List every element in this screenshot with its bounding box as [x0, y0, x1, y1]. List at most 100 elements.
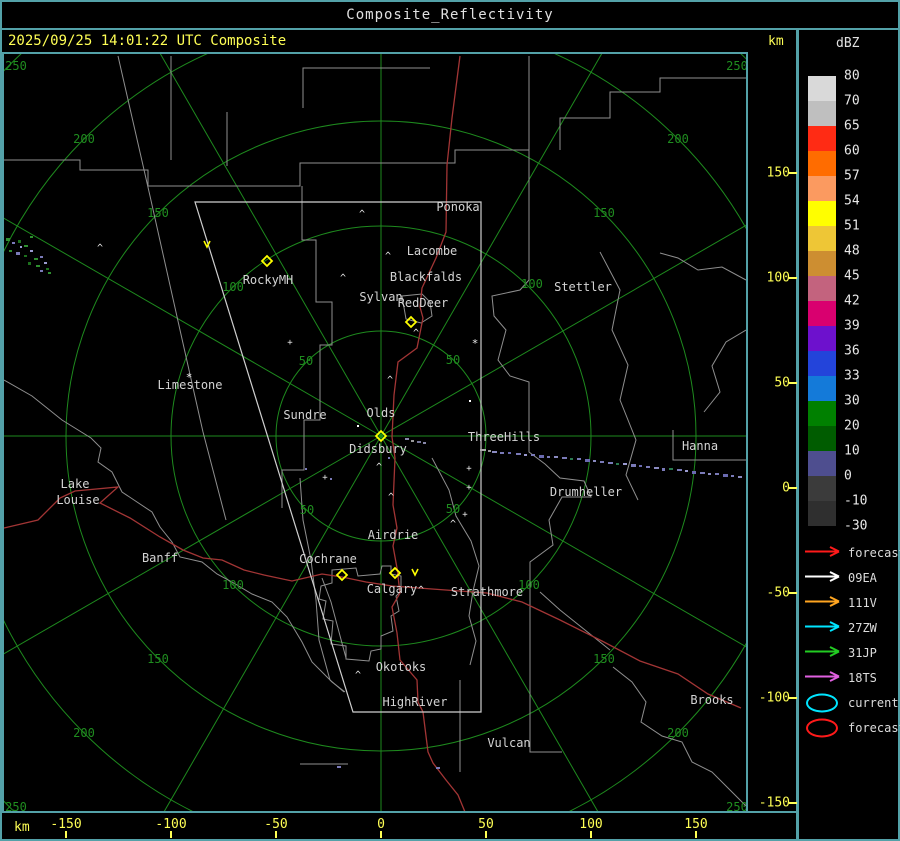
legend-arrow-label: 27ZW: [848, 621, 877, 635]
ring-distance-label: 100: [521, 277, 543, 291]
clutter-pixel: [30, 250, 33, 252]
clutter-pixel: [48, 272, 51, 274]
09ea-arrow-icon: [805, 571, 840, 582]
city-label: Okotoks: [376, 660, 427, 674]
bottom-axis-tick-mark: [590, 831, 592, 838]
clutter-pixel: [24, 245, 28, 247]
radial-line: [163, 435, 382, 811]
city-label: Didsbury: [349, 442, 407, 456]
caret-marker-icon: ^: [340, 273, 346, 284]
bottom-axis-tick-mark: [275, 831, 277, 838]
colorbar-level-label: 57: [844, 168, 860, 184]
colorbar-level: [808, 101, 836, 126]
colorbar-level: [808, 126, 836, 151]
ring-distance-label: 50: [446, 353, 460, 367]
bottom-axis-tick-label: -100: [155, 817, 187, 832]
clutter-pixel: [330, 478, 332, 480]
clutter-pixel: [28, 262, 31, 265]
colorbar-level-label: 33: [844, 368, 860, 384]
city-label: Louise: [56, 493, 99, 507]
right-axis-tick-label: -50: [766, 585, 790, 601]
legend-arrow: [803, 619, 845, 638]
colorbar-level: [808, 251, 836, 276]
clutter-pixel: [337, 766, 341, 768]
right-axis-tick-mark: [789, 697, 797, 699]
timestamp-label: 2025/09/25 14:01:22 UTC Composite: [8, 33, 287, 49]
boundary-line: [659, 252, 746, 281]
echo-pixel: [654, 467, 659, 469]
right-axis-tick-mark: [789, 382, 797, 384]
right-axis-tick-label: 50: [774, 375, 790, 391]
echo-pixel: [516, 453, 521, 455]
caret-marker-icon: ^: [97, 243, 103, 254]
clutter-pixel: [417, 441, 421, 443]
city-label: Stettler: [554, 280, 612, 294]
echo-pixel: [723, 474, 728, 477]
colorbar-level-label: 36: [844, 343, 860, 359]
ring-distance-label: 250: [726, 59, 746, 73]
city-label: Blackfalds: [390, 270, 462, 284]
legend-ellipse-label: forecast: [848, 721, 900, 735]
colorbar-level-label: 65: [844, 118, 860, 134]
ring-distance-label: 100: [222, 280, 244, 294]
echo-pixel: [731, 475, 734, 477]
ring-distance-label: 200: [73, 132, 95, 146]
legend-arrow-label: 09EA: [848, 571, 877, 585]
echo-pixel: [669, 468, 673, 470]
clutter-pixel: [423, 442, 426, 444]
city-label: Strathmore: [451, 585, 523, 599]
caret-marker-icon: ^: [355, 670, 361, 681]
echo-pixel: [570, 458, 573, 460]
echo-pixel: [539, 455, 544, 458]
city-label: Vulcan: [487, 736, 530, 750]
ring-distance-label: 250: [5, 59, 27, 73]
ring-distance-label: 150: [593, 652, 615, 666]
ring-distance-label: 50: [299, 354, 313, 368]
caret-marker-icon: ^: [359, 209, 365, 220]
right-axis-tick-label: 0: [782, 480, 790, 496]
echo-pixel: [508, 452, 511, 454]
clutter-pixel: [9, 250, 12, 252]
caret-marker-icon: ^: [388, 492, 394, 503]
bottom-axis-tick-mark: [485, 831, 487, 838]
plus-marker-icon: +: [466, 483, 472, 493]
clutter-pixel: [6, 238, 10, 241]
echo-pixel: [608, 462, 613, 464]
colorbar-level: [808, 201, 836, 226]
clutter-pixel: [405, 438, 409, 440]
echo-pixel: [692, 471, 696, 474]
clutter-pixel: [36, 265, 40, 267]
ring-distance-label: 50: [446, 502, 460, 516]
echo-pixel: [480, 449, 486, 451]
right-axis-tick-mark: [789, 487, 797, 489]
echo-pixel: [554, 456, 558, 458]
city-label: Ponoka: [436, 200, 479, 214]
clutter-pixel: [40, 270, 43, 272]
bottom-axis-unit: km: [14, 820, 30, 835]
colorbar-level: [808, 301, 836, 326]
echo-pixel: [585, 459, 590, 462]
echo-pixel: [524, 454, 527, 456]
clutter-pixel: [411, 440, 414, 442]
boundary-line: [529, 660, 562, 753]
echo-pixel: [646, 466, 650, 468]
colorbar-level-label: 80: [844, 68, 860, 84]
echo-pixel: [488, 450, 491, 452]
plus-marker-icon: +: [322, 473, 328, 483]
echo-pixel: [639, 465, 642, 467]
legend-arrow: [803, 569, 845, 588]
echo-pixel: [715, 473, 719, 475]
right-axis-unit: km: [768, 34, 784, 49]
31jp-arrow-icon: [805, 646, 840, 657]
bottom-axis-tick-label: -50: [264, 817, 288, 832]
colorbar-level: [808, 326, 836, 351]
star-marker-icon: *: [472, 337, 479, 350]
forecast-arrow-icon: [805, 546, 840, 557]
bottom-axis-tick-label: 50: [478, 817, 494, 832]
echo-pixel: [562, 457, 567, 459]
radial-line: [159, 54, 382, 437]
clutter-pixel: [305, 468, 307, 470]
echo-pixel: [547, 456, 550, 458]
boundary-line: [703, 329, 746, 413]
colorbar-level-label: 70: [844, 93, 860, 109]
